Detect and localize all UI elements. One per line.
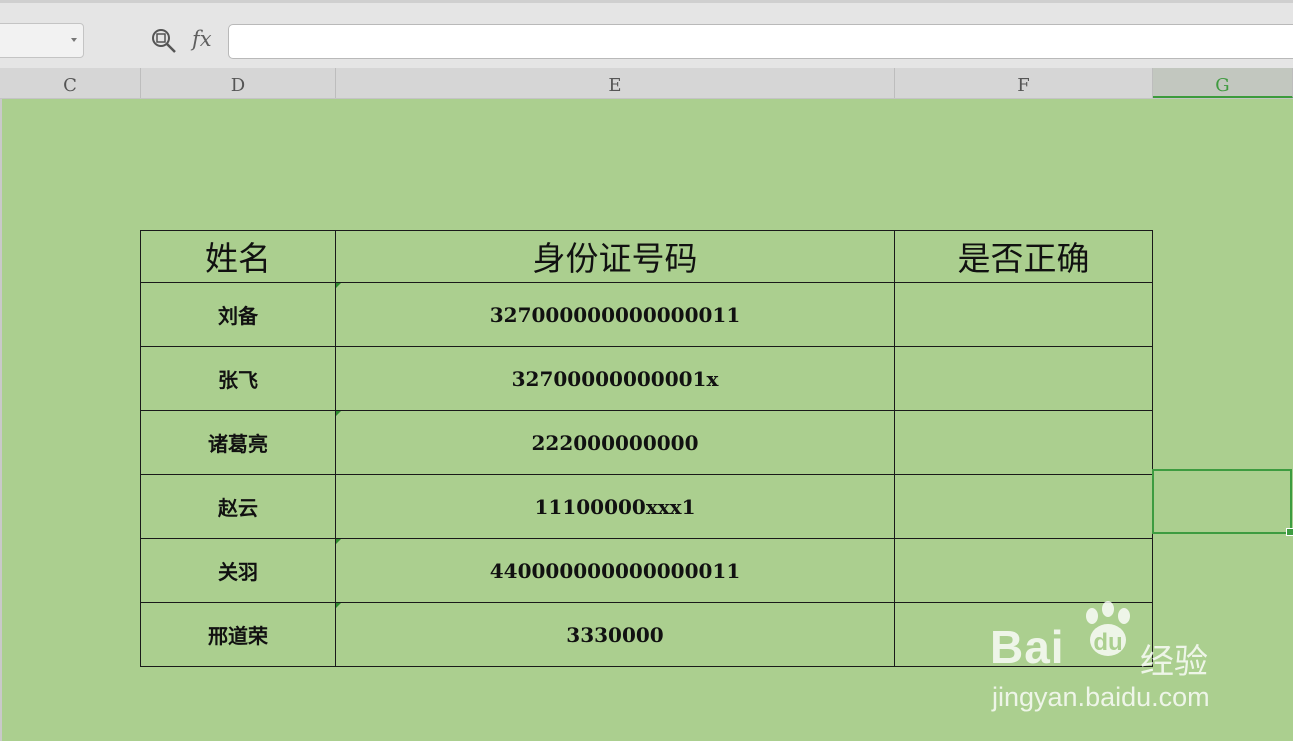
cell-name[interactable]: 诸葛亮 xyxy=(140,410,336,475)
column-header-g[interactable]: G xyxy=(1153,68,1293,98)
cell-id-value: 440000000000000011 xyxy=(489,558,741,583)
chevron-down-icon[interactable] xyxy=(71,38,77,42)
column-header-c[interactable]: C xyxy=(0,68,141,98)
baidu-jingyan-watermark: Bai du 经验 jingyan.baidu.com xyxy=(990,600,1230,720)
cell-id-number[interactable]: 222000000000 xyxy=(335,410,895,475)
header-row: 姓名 身份证号码 是否正确 xyxy=(140,230,1153,283)
cell-name[interactable]: 关羽 xyxy=(140,538,336,603)
cell-id-number[interactable]: 11100000xxx1 xyxy=(335,474,895,539)
header-id-number[interactable]: 身份证号码 xyxy=(335,230,895,283)
cell-is-correct[interactable] xyxy=(894,346,1153,411)
header-name[interactable]: 姓名 xyxy=(140,230,336,283)
fill-handle[interactable] xyxy=(1286,528,1293,536)
table-row: 刘备 327000000000000011 xyxy=(140,282,1153,347)
table-row: 赵云 11100000xxx1 xyxy=(140,474,1153,539)
text-number-indicator-icon xyxy=(336,283,341,288)
zoom-icon[interactable] xyxy=(151,28,177,54)
cell-is-correct[interactable] xyxy=(894,410,1153,475)
watermark-logo-suffix: du xyxy=(1093,629,1122,656)
cell-is-correct[interactable] xyxy=(894,538,1153,603)
text-number-indicator-icon xyxy=(336,411,341,416)
cell-id-number[interactable]: 32700000000001x xyxy=(335,346,895,411)
cell-name[interactable]: 邢道荣 xyxy=(140,602,336,667)
cell-is-correct[interactable] xyxy=(894,474,1153,539)
cell-id-value: 32700000000001x xyxy=(511,366,719,391)
watermark-logo-text: Bai xyxy=(990,621,1065,673)
cell-name[interactable]: 刘备 xyxy=(140,282,336,347)
table-row: 关羽 440000000000000011 xyxy=(140,538,1153,603)
column-header-e[interactable]: E xyxy=(336,68,895,98)
cell-id-value: 222000000000 xyxy=(531,430,699,455)
text-number-indicator-icon xyxy=(336,539,341,544)
cell-id-value: 11100000xxx1 xyxy=(534,494,696,519)
baidu-paw-icon: du xyxy=(1086,601,1130,656)
cell-id-number[interactable]: 3330000 xyxy=(335,602,895,667)
fx-icon[interactable]: fx xyxy=(192,27,212,51)
header-is-correct[interactable]: 是否正确 xyxy=(894,230,1153,283)
row-header-edge xyxy=(0,99,2,741)
text-number-indicator-icon xyxy=(336,603,341,608)
column-header-bar: C D E F G xyxy=(0,68,1293,99)
table-row: 张飞 32700000000001x xyxy=(140,346,1153,411)
column-header-d[interactable]: D xyxy=(141,68,336,98)
cell-id-value: 3330000 xyxy=(566,622,664,647)
cell-id-value: 327000000000000011 xyxy=(489,302,741,327)
cell-id-number[interactable]: 440000000000000011 xyxy=(335,538,895,603)
table-row: 诸葛亮 222000000000 xyxy=(140,410,1153,475)
formula-input[interactable] xyxy=(228,24,1293,59)
active-cell-selection[interactable] xyxy=(1152,469,1293,536)
cell-name[interactable]: 张飞 xyxy=(140,346,336,411)
column-header-f[interactable]: F xyxy=(895,68,1153,98)
formula-bar: fx xyxy=(0,0,1293,68)
cell-is-correct[interactable] xyxy=(894,282,1153,347)
watermark-label: 经验 xyxy=(1140,642,1208,682)
name-box[interactable] xyxy=(0,23,84,58)
cell-id-number[interactable]: 327000000000000011 xyxy=(335,282,895,347)
cell-name[interactable]: 赵云 xyxy=(140,474,336,539)
watermark-url: jingyan.baidu.com xyxy=(992,682,1210,712)
